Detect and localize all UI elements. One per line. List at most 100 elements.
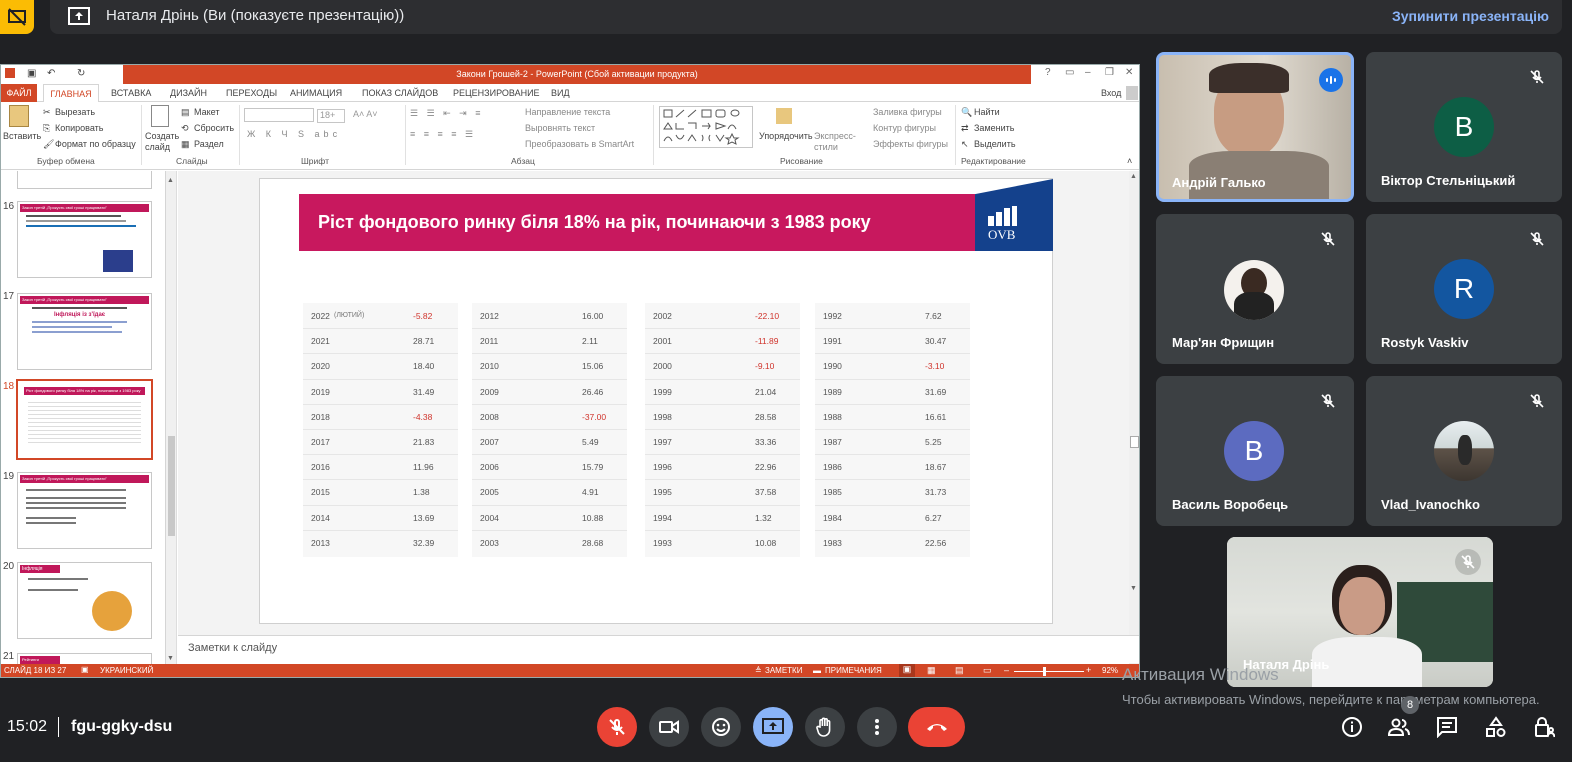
increase-font-icon[interactable]: A˄ A˅ — [353, 109, 378, 119]
slide-thumbnail-17[interactable]: Закон третій „Прокусть свої гроші працюв… — [17, 293, 152, 370]
participant-tile[interactable]: R Rostyk Vaskiv — [1366, 214, 1562, 364]
tab-file[interactable]: ФАЙЛ — [1, 84, 37, 102]
reset-icon[interactable]: ⟲ — [181, 123, 189, 134]
collapse-ribbon-icon[interactable]: ˄ — [1127, 156, 1132, 166]
smartart-button[interactable]: Преобразовать в SmartArt — [525, 139, 634, 149]
cut-button[interactable]: Вырезать — [55, 107, 95, 117]
layout-button[interactable]: Макет — [194, 107, 219, 117]
slide-sorter-icon[interactable]: ▦ — [927, 665, 936, 676]
ribbon-display-icon[interactable]: ▭ — [1065, 67, 1074, 78]
new-slide-button[interactable]: Создать слайд — [145, 131, 181, 153]
find-button[interactable]: Найти — [974, 107, 1000, 117]
signin-link[interactable]: Вход — [1101, 84, 1121, 102]
slide-thumbnail-20[interactable]: Інфляція — [17, 562, 152, 639]
comments-toggle-icon[interactable]: ▬ — [813, 666, 821, 675]
zoom-in-icon[interactable]: + — [1086, 665, 1091, 675]
reading-view-icon[interactable]: ▤ — [955, 665, 964, 676]
activities-button[interactable] — [1483, 714, 1509, 740]
font-family-select[interactable] — [244, 108, 314, 122]
more-options-button[interactable] — [857, 707, 897, 747]
tab-animation[interactable]: АНИМАЦИЯ — [290, 84, 342, 102]
shape-outline-button[interactable]: Контур фигуры — [873, 123, 936, 133]
close-icon[interactable]: ✕ — [1125, 67, 1133, 78]
minimize-icon[interactable]: – — [1085, 67, 1091, 78]
shape-effects-button[interactable]: Эффекты фигуры — [873, 139, 948, 149]
notes-toggle[interactable]: ЗАМЕТКИ — [765, 666, 802, 675]
copy-button[interactable]: Копировать — [55, 123, 103, 133]
leave-call-button[interactable] — [908, 707, 965, 747]
paste-icon[interactable] — [9, 105, 29, 127]
camera-toggle-button[interactable] — [649, 707, 689, 747]
reactions-button[interactable] — [701, 707, 741, 747]
zoom-level[interactable]: 92% — [1102, 666, 1118, 675]
editor-scrollbar[interactable]: ▲ ▼ — [1129, 171, 1139, 665]
shape-fill-button[interactable]: Заливка фигуры — [873, 107, 942, 117]
arrange-button[interactable]: Упорядочить — [759, 131, 813, 141]
tab-home[interactable]: ГЛАВНАЯ — [43, 84, 99, 103]
normal-view-icon[interactable]: ▣ — [899, 664, 915, 677]
comments-toggle[interactable]: ПРИМЕЧАНИЯ — [825, 666, 882, 675]
section-icon[interactable]: ▦ — [181, 139, 190, 150]
spellcheck-icon[interactable]: ▣ — [81, 665, 89, 674]
redo-icon[interactable]: ↻ — [77, 68, 85, 79]
help-icon[interactable]: ? — [1045, 67, 1051, 78]
zoom-slider[interactable] — [1014, 671, 1084, 672]
present-button[interactable] — [753, 707, 793, 747]
arrange-icon[interactable] — [776, 108, 792, 124]
select-icon[interactable]: ↖ — [961, 139, 969, 150]
replace-button[interactable]: Заменить — [974, 123, 1014, 133]
participant-tile[interactable]: Vlad_Ivanochko — [1366, 376, 1562, 526]
stop-presenting-button[interactable]: Зупинити презентацію — [1392, 8, 1549, 24]
meeting-details-button[interactable] — [1339, 714, 1365, 740]
zoom-slider-thumb[interactable] — [1043, 667, 1046, 676]
raise-hand-button[interactable] — [805, 707, 845, 747]
zoom-out-icon[interactable]: – — [1004, 665, 1009, 675]
host-controls-button[interactable] — [1531, 714, 1557, 740]
text-direction-button[interactable]: Направление текста — [525, 107, 610, 117]
copy-icon[interactable]: ⎘ — [43, 123, 50, 134]
align-text-button[interactable]: Выровнять текст — [525, 123, 595, 133]
notes-toggle-icon[interactable]: ≜ — [755, 666, 762, 675]
cut-icon[interactable]: ✂ — [43, 107, 51, 118]
tab-review[interactable]: РЕЦЕНЗИРОВАНИЕ — [453, 84, 540, 102]
save-icon[interactable]: ▣ — [27, 68, 36, 79]
align-buttons[interactable]: ≡ ≡ ≡ ≡ ☰ — [410, 129, 476, 140]
slide-thumbnail-18-selected[interactable]: Ріст фондового ринку біля 18% на рік, по… — [16, 379, 153, 460]
people-button[interactable] — [1386, 714, 1412, 740]
shapes-gallery[interactable] — [659, 106, 753, 148]
tab-view[interactable]: ВИД — [551, 84, 570, 102]
thumbnails-scrollbar[interactable]: ▲ ▼ — [166, 171, 177, 665]
participant-tile[interactable]: Мар'ян Фрищин — [1156, 214, 1354, 364]
mic-toggle-button[interactable] — [597, 707, 637, 747]
tab-insert[interactable]: ВСТАВКА — [111, 84, 151, 102]
select-button[interactable]: Выделить — [974, 139, 1016, 149]
undo-icon[interactable]: ↶ — [47, 68, 55, 79]
participant-tile[interactable]: B Василь Воробець — [1156, 376, 1354, 526]
tab-transitions[interactable]: ПЕРЕХОДЫ — [226, 84, 277, 102]
font-format-buttons[interactable]: Ж К Ч S abc — [247, 129, 341, 139]
find-icon[interactable]: 🔍 — [961, 107, 972, 118]
slide-thumbnail-16[interactable]: Закон третій „Прокусть свої гроші працюв… — [17, 201, 152, 278]
slide-thumbnail-15[interactable] — [17, 171, 152, 189]
layout-icon[interactable]: ▤ — [181, 107, 190, 118]
presentation-indicator-icon[interactable] — [0, 0, 34, 34]
paste-button[interactable]: Вставить — [3, 131, 41, 141]
new-slide-icon[interactable] — [151, 105, 169, 127]
participant-tile-video[interactable]: Андрій Галько — [1156, 52, 1354, 202]
restore-icon[interactable]: ❐ — [1105, 67, 1114, 78]
reset-button[interactable]: Сбросить — [194, 123, 234, 133]
tab-design[interactable]: ДИЗАЙН — [170, 84, 207, 102]
format-painter-button[interactable]: Формат по образцу — [55, 139, 136, 149]
replace-icon[interactable]: ⇄ — [961, 123, 969, 134]
format-painter-icon[interactable]: 🖌 — [43, 139, 54, 150]
font-size-select[interactable]: 18+ — [317, 109, 345, 123]
tab-slideshow[interactable]: ПОКАЗ СЛАЙДОВ — [362, 84, 438, 102]
list-buttons[interactable]: ☰ ☰ ⇤ ⇥ ≡ — [410, 108, 483, 119]
slide-thumbnail-19[interactable]: Закон третій „Прокусть свої гроші працюв… — [17, 472, 152, 549]
language-indicator[interactable]: УКРАИНСКИЙ — [100, 666, 153, 675]
slideshow-icon[interactable]: ▭ — [983, 665, 992, 676]
section-button[interactable]: Раздел — [194, 139, 224, 149]
participant-tile[interactable]: B Віктор Стельніцький — [1366, 52, 1562, 202]
chat-button[interactable] — [1434, 714, 1460, 740]
notes-pane[interactable]: Заметки к слайду — [178, 635, 1139, 663]
